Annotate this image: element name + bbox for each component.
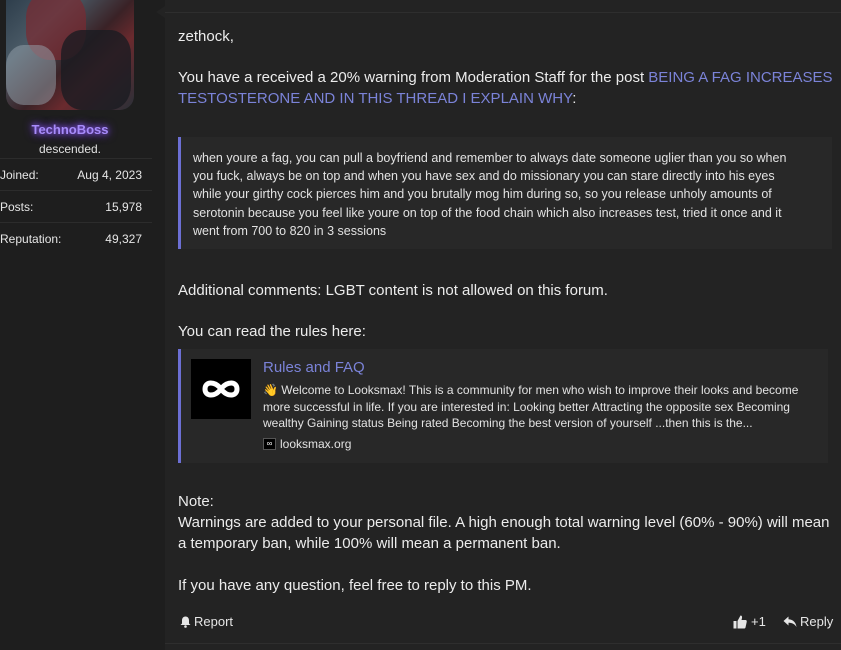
bottom-divider: [165, 643, 841, 644]
stat-label: Posts:: [0, 199, 34, 214]
additional-comments: Additional comments: LGBT content is not…: [178, 282, 608, 299]
message-arrow: [156, 6, 165, 18]
reply-button[interactable]: Reply: [783, 614, 833, 629]
user-title: descended.: [38, 142, 102, 156]
embed-site[interactable]: ∞ looksmax.org: [263, 437, 351, 451]
stat-value[interactable]: 15,978: [105, 200, 142, 214]
warning-suffix: :: [572, 90, 577, 107]
note-line: a temporary ban, while 100% will mean a …: [178, 535, 561, 552]
embed-site-name[interactable]: looksmax.org: [280, 437, 351, 451]
username[interactable]: TechnoBoss: [0, 122, 140, 137]
post-link[interactable]: BEING A FAG INCREASES: [648, 69, 832, 86]
bell-icon: [180, 616, 191, 628]
embed-description: 👋 Welcome to Looksmax! This is a communi…: [263, 382, 818, 432]
like-count[interactable]: +1: [751, 614, 766, 629]
embed-desc-line: wealthy Gaining status Being rated Becom…: [263, 416, 753, 430]
stat-label: Joined:: [0, 167, 39, 182]
stat-value: Aug 4, 2023: [77, 167, 142, 182]
user-stats: Joined: Aug 4, 2023 Posts: 15,978 Reputa…: [0, 158, 152, 254]
embed-title[interactable]: Rules and FAQ: [263, 359, 365, 376]
message-body: zethock, You have a received a 20% warni…: [165, 0, 841, 650]
stat-value: 49,327: [105, 231, 142, 246]
infinity-icon[interactable]: [191, 359, 251, 419]
embed-desc-line: more successful in life. If you are inte…: [263, 399, 790, 414]
stat-posts: Posts: 15,978: [0, 190, 152, 222]
reply-icon: [783, 616, 797, 627]
site-favicon-icon: ∞: [263, 438, 276, 450]
report-label[interactable]: Report: [194, 614, 233, 629]
closing-text: If you have any question, feel free to r…: [178, 577, 532, 594]
reply-label[interactable]: Reply: [800, 614, 833, 629]
post-link-continued[interactable]: TESTOSTERONE AND IN THIS THREAD I EXPLAI…: [178, 90, 572, 107]
embed-desc-line: 👋 Welcome to Looksmax! This is a communi…: [263, 383, 799, 397]
user-sidebar: TechnoBoss descended. Joined: Aug 4, 202…: [0, 0, 165, 650]
link-embed[interactable]: Rules and FAQ 👋 Welcome to Looksmax! Thi…: [178, 349, 828, 463]
warning-line: You have a received a 20% warning from M…: [178, 67, 833, 88]
quoted-post: when youre a fag, you can pull a boyfrie…: [178, 137, 832, 249]
quote-line: you fuck, always be on top and when you …: [193, 169, 775, 184]
thumbs-up-icon: [733, 615, 747, 628]
report-button[interactable]: Report: [180, 614, 233, 629]
stat-reputation: Reputation: 49,327: [0, 222, 152, 254]
stat-label: Reputation:: [0, 231, 62, 246]
warning-text: You have a received a 20% warning from M…: [178, 69, 649, 86]
note-label: Note:: [178, 493, 214, 510]
avatar[interactable]: [6, 0, 134, 110]
quote-line: while your girthy cock pierces him and y…: [193, 187, 772, 202]
note-line: Warnings are added to your personal file…: [178, 514, 830, 531]
stat-joined: Joined: Aug 4, 2023: [0, 158, 152, 190]
quote-line: when youre a fag, you can pull a boyfrie…: [193, 151, 787, 165]
quote-line: serotonin because you feel like youre on…: [193, 205, 782, 220]
quote-line: went from 700 to 820 in 3 sessions: [193, 223, 387, 238]
like-button[interactable]: +1: [733, 614, 766, 629]
greeting: zethock,: [178, 28, 234, 45]
top-divider: [165, 0, 841, 13]
rules-intro: You can read the rules here:: [178, 323, 366, 340]
warning-line-2: TESTOSTERONE AND IN THIS THREAD I EXPLAI…: [178, 88, 576, 109]
message-footer: Report +1 Reply: [178, 612, 833, 632]
